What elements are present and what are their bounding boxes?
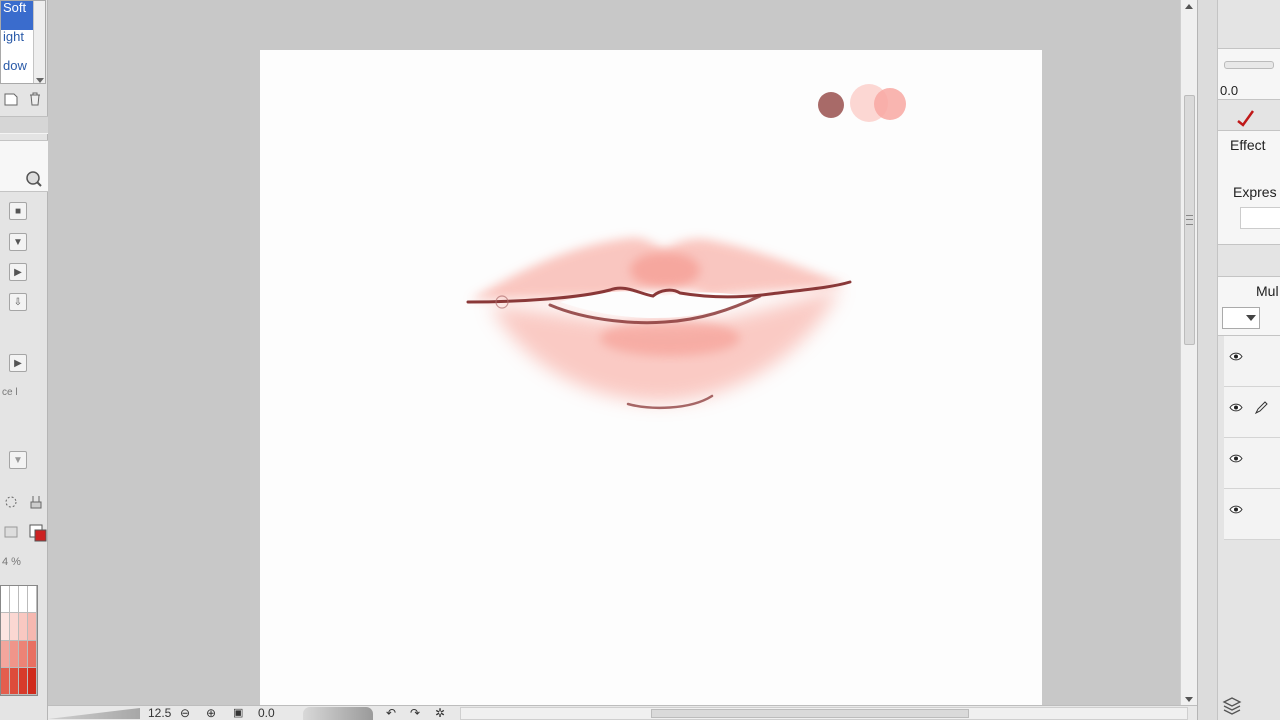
zoom-value[interactable]: 12.5 [148,706,171,720]
zoom-slider[interactable] [48,708,140,719]
percent-label: 4 % [2,556,21,568]
zoom-out-icon[interactable]: ⊖ [180,706,190,720]
palette-cell[interactable] [28,640,37,668]
palette-cell[interactable] [19,640,28,668]
palette-cell[interactable] [28,613,37,641]
color-swap-icon[interactable] [29,523,47,543]
swatch-salmon-pink [874,88,906,120]
panel-handle-column [1198,0,1218,720]
disabled-dropdown-button[interactable]: ▼ [9,451,27,469]
tool-gear-icon[interactable] [27,493,45,511]
drawing-canvas[interactable] [260,50,1042,705]
eye-visibility-icon[interactable] [1229,454,1243,463]
opacity-box: 0.0 [1218,48,1280,100]
right-layer-panel: 0.0 Effect Expres Mul [1197,0,1280,720]
reset-rotation-icon[interactable]: ✲ [435,706,445,720]
palette-cell[interactable] [1,613,10,641]
palette-cell[interactable] [19,667,28,695]
layer-row[interactable] [1224,387,1280,438]
palette-cell[interactable] [1,586,10,614]
effect-label: Effect [1230,137,1266,153]
lips-drawing [466,237,852,410]
palette-cell[interactable] [28,667,37,695]
vertical-scrollbar[interactable] [1180,0,1197,705]
status-bar: 12.5 ⊖ ⊕ ▣ 0.0 ↶ ↷ ✲ [48,705,1197,720]
horizontal-scroll-thumb[interactable] [651,709,969,718]
move-down-button[interactable]: ⇩ [9,293,27,311]
blend-mode-dropdown[interactable] [1222,307,1260,329]
palette-cell[interactable] [10,640,19,668]
rotation-value[interactable]: 0.0 [258,706,275,720]
palette-cell[interactable] [1,667,10,695]
blend-box: Mul [1218,276,1280,336]
rotate-left-icon[interactable]: ↶ [386,706,396,720]
opacity-value[interactable]: 0.0 [1220,83,1238,98]
layer-row[interactable] [1224,336,1280,387]
magnifier-icon[interactable] [24,169,44,189]
palette-cell[interactable] [1,640,10,668]
eye-visibility-icon[interactable] [1229,403,1243,412]
scroll-down-icon[interactable] [1185,697,1193,702]
panel-divider [0,116,48,134]
palette-cell[interactable] [10,613,19,641]
layers-stack-icon[interactable] [1222,696,1242,716]
zoom-in-icon[interactable]: ⊕ [206,706,216,720]
eye-visibility-icon[interactable] [1229,352,1243,361]
opacity-slider[interactable] [1224,61,1274,69]
fit-icon[interactable]: ▣ [233,706,243,720]
scroll-grip-icon [1186,215,1193,225]
chevron-down-icon [1246,315,1256,321]
layer-row[interactable] [1224,438,1280,489]
navigator-box [0,140,48,192]
new-layer-icon[interactable] [2,90,20,108]
expression-label: Expres [1233,184,1277,200]
face-label: ce l [2,387,18,398]
color-palette[interactable] [0,585,38,696]
scroll-down-icon[interactable] [36,78,44,83]
swatch-dark-rose [818,92,844,118]
transform-icon[interactable] [2,493,20,511]
expression-field[interactable] [1240,207,1280,229]
horizontal-scrollbar[interactable] [460,707,1188,720]
blend-mode-value[interactable]: Mul [1256,283,1279,299]
blend-mode-list[interactable]: Soft ight dow [0,0,46,84]
canvas-area[interactable] [48,0,1180,705]
trash-icon[interactable] [26,90,44,108]
rotate-right-icon[interactable]: ↷ [410,706,420,720]
palette-cell[interactable] [19,613,28,641]
scroll-up-icon[interactable] [1185,4,1193,9]
rotation-slider[interactable] [303,707,373,720]
palette-cell[interactable] [19,586,28,614]
palette-cell[interactable] [10,586,19,614]
pen-checkmark-icon[interactable] [1236,109,1255,127]
effect-box: Effect Expres [1218,130,1280,245]
layer-row[interactable] [1224,489,1280,540]
left-tool-panel: Soft ight dow ■ ▼ ▶ ⇩ ▶ ce l ▼ 4 % [0,0,48,720]
small-square-button[interactable]: ■ [9,202,27,220]
expand-button[interactable]: ▶ [9,354,27,372]
play-button[interactable]: ▶ [9,263,27,281]
palette-cell[interactable] [28,586,37,614]
layer-thumb-icon[interactable] [2,523,20,541]
pen-icon [1254,401,1268,415]
dropdown-button[interactable]: ▼ [9,233,27,251]
blend-list-scrollbar[interactable] [33,1,45,83]
palette-cell[interactable] [10,667,19,695]
eye-visibility-icon[interactable] [1229,505,1243,514]
